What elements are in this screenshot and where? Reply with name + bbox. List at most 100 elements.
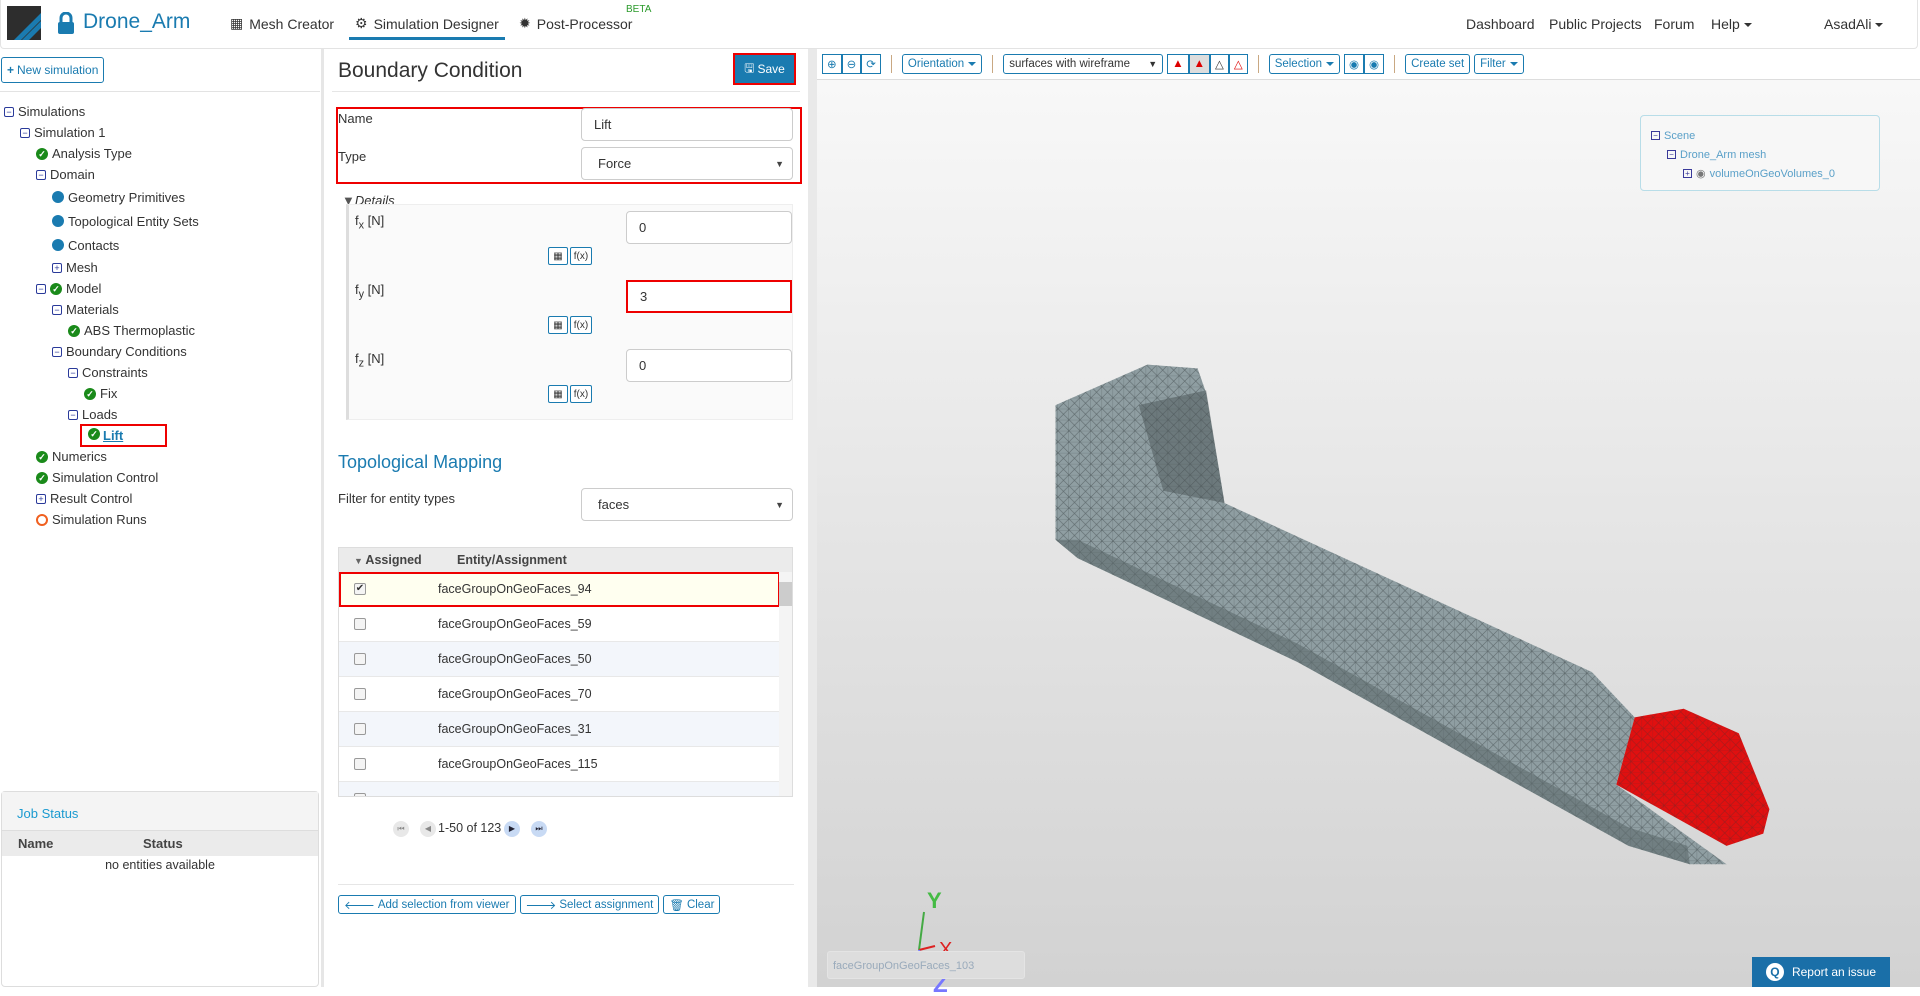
assign-checkbox[interactable] xyxy=(354,653,366,665)
tree-item[interactable]: − Boundary Conditions xyxy=(4,341,199,362)
tree-item[interactable]: Topological Entity Sets xyxy=(4,209,199,233)
fx-input[interactable]: 0 xyxy=(626,211,792,244)
expand-icon[interactable]: + xyxy=(52,262,62,273)
tree-item[interactable]: − Constraints xyxy=(4,362,199,383)
fz-input[interactable]: 0 xyxy=(626,349,792,382)
table-row-partial[interactable] xyxy=(339,782,780,796)
first-page-button[interactable]: ⏮ xyxy=(393,821,409,837)
column-status[interactable]: Status xyxy=(114,836,183,851)
refresh-icon[interactable]: ⟳ xyxy=(861,54,881,74)
tree-item[interactable]: ✓ Lift xyxy=(4,424,199,447)
right-splitter[interactable] xyxy=(808,49,817,987)
filter-dropdown[interactable]: Filter xyxy=(1474,54,1524,74)
prev-page-button[interactable]: ◀ xyxy=(420,821,436,837)
scene-mesh[interactable]: − Drone_Arm mesh xyxy=(1651,145,1869,164)
nav-mesh-creator[interactable]: ▦ Mesh Creator xyxy=(230,15,334,32)
function-button[interactable]: f(x) xyxy=(570,247,592,265)
collapse-icon[interactable]: − xyxy=(68,367,78,378)
collapse-icon[interactable]: − xyxy=(52,346,62,357)
tree-item[interactable]: ✓ Numerics xyxy=(4,446,199,467)
nav-post-processor[interactable]: ✹ Post-Processor xyxy=(519,15,632,32)
tree-item[interactable]: ✓ Analysis Type xyxy=(4,143,199,164)
table-icon[interactable]: ▦ xyxy=(548,385,568,403)
zoom-in-icon[interactable]: ⊕ xyxy=(822,54,842,74)
table-icon[interactable]: ▦ xyxy=(548,247,568,265)
tree-item[interactable]: + Mesh xyxy=(4,257,199,278)
function-button[interactable]: f(x) xyxy=(570,385,592,403)
table-icon[interactable]: ▦ xyxy=(548,316,568,334)
assign-checkbox[interactable] xyxy=(354,688,366,700)
tree-item[interactable]: − ✓ Model xyxy=(4,278,199,299)
collapse-icon[interactable]: − xyxy=(1651,131,1660,140)
selection-dropdown[interactable]: Selection xyxy=(1268,54,1340,74)
wireframe-icon[interactable]: △ xyxy=(1209,54,1229,74)
create-set-button[interactable]: Create set xyxy=(1405,54,1471,74)
assign-checkbox[interactable] xyxy=(354,723,366,735)
expand-icon[interactable]: + xyxy=(1683,169,1692,178)
zoom-out-icon[interactable]: ⊖ xyxy=(841,54,862,74)
app-logo[interactable] xyxy=(7,6,41,40)
report-issue-button[interactable]: Q Report an issue xyxy=(1752,957,1890,987)
collapse-icon[interactable]: − xyxy=(20,127,30,138)
nav-simulation-designer[interactable]: ⚙ Simulation Designer xyxy=(349,15,505,40)
collapse-icon[interactable]: − xyxy=(36,283,46,294)
viewer-canvas[interactable]: Y X Z xyxy=(817,79,1920,996)
collapse-icon[interactable]: − xyxy=(52,304,62,315)
table-row[interactable]: faceGroupOnGeoFaces_50 xyxy=(339,642,780,677)
scene-volume[interactable]: + ◉ volumeOnGeoVolumes_0 xyxy=(1651,164,1869,183)
table-scrollbar[interactable] xyxy=(779,572,792,796)
type-select[interactable]: Force xyxy=(581,147,793,180)
tree-item[interactable]: ✓ ABS Thermoplastic xyxy=(4,320,199,341)
nav-dashboard[interactable]: Dashboard xyxy=(1466,16,1535,32)
collapse-icon[interactable]: − xyxy=(36,169,46,180)
assign-checkbox[interactable] xyxy=(354,793,366,796)
new-simulation-button[interactable]: + New simulation xyxy=(1,57,105,83)
clear-button[interactable]: 🗑 Clear xyxy=(663,895,721,914)
expand-icon[interactable]: + xyxy=(36,493,46,504)
column-name[interactable]: Name xyxy=(2,836,114,851)
collapse-icon[interactable]: − xyxy=(1667,150,1676,159)
table-row[interactable]: faceGroupOnGeoFaces_70 xyxy=(339,677,780,712)
last-page-button[interactable]: ⏭ xyxy=(531,821,547,837)
tree-item[interactable]: − Simulations xyxy=(4,101,199,122)
collapse-icon[interactable]: − xyxy=(4,106,14,117)
select-assignment-button[interactable]: 🡒 Select assignment xyxy=(519,895,660,914)
tree-item[interactable]: − Domain xyxy=(4,164,199,185)
table-row[interactable]: ✔ faceGroupOnGeoFaces_94 xyxy=(339,572,780,607)
mesh-model[interactable] xyxy=(817,80,1920,988)
surface-mode-icon[interactable]: ▲ xyxy=(1167,54,1189,74)
assign-checkbox[interactable]: ✔ xyxy=(354,583,366,595)
name-input[interactable]: Lift xyxy=(581,108,793,141)
tree-item[interactable]: − Simulation 1 xyxy=(4,122,199,143)
render-mode-select[interactable]: surfaces with wireframe ▼ xyxy=(1003,54,1164,74)
eye-icon[interactable]: ◉ xyxy=(1364,54,1385,74)
column-entity[interactable]: Entity/Assignment xyxy=(457,553,567,567)
entity-type-select[interactable]: faces xyxy=(581,488,793,521)
nav-public-projects[interactable]: Public Projects xyxy=(1549,16,1642,32)
table-row[interactable]: faceGroupOnGeoFaces_115 xyxy=(339,747,780,782)
table-row[interactable]: faceGroupOnGeoFaces_59 xyxy=(339,607,780,642)
project-name[interactable]: Drone_Arm xyxy=(83,10,190,34)
eye-icon[interactable]: ◉ xyxy=(1696,167,1706,180)
tree-item[interactable]: ✓ Fix xyxy=(4,383,199,404)
surface-wireframe-icon[interactable]: ▲ xyxy=(1188,54,1210,74)
table-row[interactable]: faceGroupOnGeoFaces_31 xyxy=(339,712,780,747)
tree-item[interactable]: − Materials xyxy=(4,299,199,320)
nav-help[interactable]: Help xyxy=(1711,16,1752,32)
fy-input[interactable]: 3 xyxy=(626,280,792,313)
tree-item[interactable]: ✓ Simulation Control xyxy=(4,467,199,488)
function-button[interactable]: f(x) xyxy=(570,316,592,334)
add-selection-button[interactable]: 🡐 Add selection from viewer xyxy=(338,895,516,914)
orientation-dropdown[interactable]: Orientation xyxy=(901,54,983,74)
next-page-button[interactable]: ▶ xyxy=(504,821,520,837)
tree-item[interactable]: + Result Control xyxy=(4,488,199,509)
tree-item[interactable]: Contacts xyxy=(4,233,199,257)
selected-item-highlight[interactable]: ✓ Lift xyxy=(79,424,168,447)
scene-root[interactable]: − Scene xyxy=(1651,126,1869,145)
tree-item[interactable]: Simulation Runs xyxy=(4,509,199,530)
user-menu[interactable]: AsadAli xyxy=(1824,16,1884,32)
tree-item[interactable]: − Loads xyxy=(4,404,199,425)
collapse-icon[interactable]: − xyxy=(68,409,78,420)
save-button[interactable]: 🖫 Save xyxy=(733,53,796,85)
column-assigned[interactable]: ▼ Assigned xyxy=(339,553,457,567)
